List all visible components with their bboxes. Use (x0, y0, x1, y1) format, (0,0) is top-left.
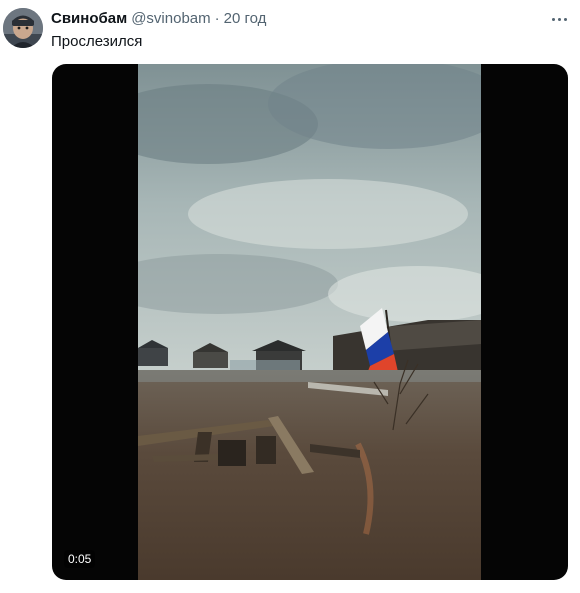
more-dot (563, 17, 567, 21)
more-dot (557, 17, 561, 21)
author-handle[interactable]: @svinobam (131, 10, 210, 27)
flood-water (138, 370, 481, 580)
video-duration: 0:05 (64, 550, 96, 568)
more-dot (551, 17, 555, 21)
video-player[interactable]: 0:05 (52, 64, 568, 580)
author-name[interactable]: Свинобам (51, 10, 127, 27)
more-options-icon[interactable] (548, 10, 570, 28)
tweet-time[interactable]: 20 год (224, 10, 267, 27)
tweet-header: Свинобам @svinobam · 20 год (51, 10, 266, 30)
header-separator: · (214, 10, 220, 27)
video-frame (138, 64, 481, 580)
tweet-card[interactable]: Свинобам @svinobam · 20 год Прослезился (0, 0, 580, 593)
avatar[interactable] (3, 8, 43, 48)
tweet-text: Прослезился (51, 33, 143, 50)
avatar-image (3, 8, 43, 48)
